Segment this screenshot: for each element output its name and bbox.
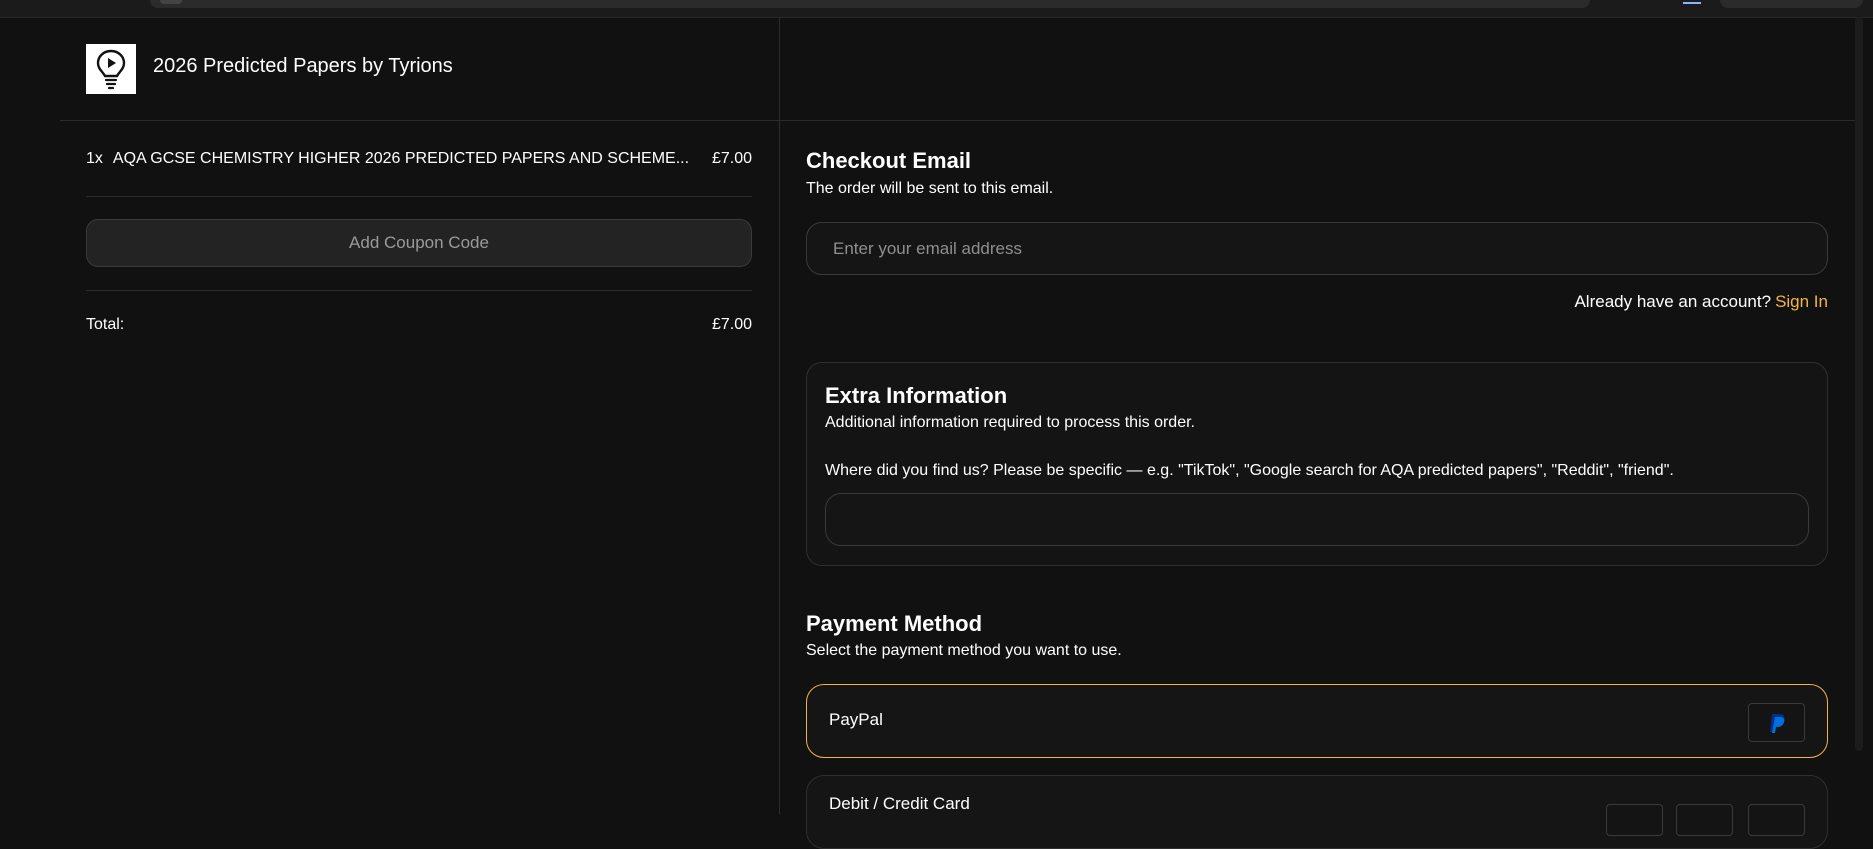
sign-in-link[interactable]: Sign In — [1775, 292, 1828, 311]
referral-question-label: Where did you find us? Please be specifi… — [825, 462, 1674, 479]
paypal-icon — [1748, 703, 1805, 742]
item-quantity: 1x — [86, 150, 103, 167]
cart-item-row: 1x AQA GCSE CHEMISTRY HIGHER 2026 PREDICT… — [86, 150, 752, 180]
email-input[interactable] — [806, 222, 1828, 275]
total-row: Total: £7.00 — [86, 316, 752, 334]
store-logo[interactable] — [86, 44, 136, 94]
payment-method-subtitle: Select the payment method you want to us… — [806, 642, 1122, 659]
page-scrollbar[interactable] — [1855, 17, 1863, 751]
payment-method-title: Payment Method — [806, 611, 983, 636]
divider — [86, 196, 752, 197]
add-coupon-button[interactable]: Add Coupon Code — [86, 219, 752, 267]
divider — [86, 290, 752, 291]
profile-button[interactable] — [1720, 0, 1863, 8]
payment-option-label: PayPal — [829, 710, 883, 729]
mastercard-icon — [1676, 804, 1733, 836]
store-title: 2026 Predicted Papers by Tyrions — [153, 55, 453, 77]
order-summary-pane: 2026 Predicted Papers by Tyrions 1x AQA G… — [60, 17, 1860, 814]
total-label: Total: — [86, 316, 125, 333]
browser-top-bar — [0, 0, 1873, 18]
referral-answer-input[interactable] — [825, 493, 1809, 546]
item-price: £7.00 — [711, 150, 752, 167]
checkout-email-subtitle: The order will be sent to this email. — [806, 180, 1054, 197]
total-value: £7.00 — [711, 316, 752, 333]
address-bar-icon — [160, 0, 182, 4]
account-prompt-text: Already have an account? — [1574, 292, 1772, 311]
checkout-form: Checkout Email The order will be sent to… — [806, 17, 1828, 849]
extra-information-title: Extra Information — [825, 383, 1008, 408]
visa-icon — [1606, 804, 1663, 836]
lightbulb-play-icon — [96, 49, 126, 90]
cart-item-description: 1x AQA GCSE CHEMISTRY HIGHER 2026 PREDICT… — [86, 150, 689, 180]
payment-option-label: Debit / Credit Card — [829, 794, 970, 813]
extra-information-panel: Extra Information Additional information… — [806, 362, 1828, 566]
checkout-email-title: Checkout Email — [806, 148, 972, 173]
account-prompt: Already have an account? Sign In — [1574, 292, 1828, 312]
address-bar[interactable] — [150, 0, 1590, 8]
amex-icon — [1748, 804, 1805, 836]
menu-icon[interactable] — [1683, 2, 1701, 4]
item-name: AQA GCSE CHEMISTRY HIGHER 2026 PREDICTED… — [112, 150, 690, 167]
payment-option-paypal[interactable]: PayPal — [806, 684, 1828, 758]
extra-information-subtitle: Additional information required to proce… — [825, 414, 1195, 431]
payment-option-card[interactable]: Debit / Credit Card — [806, 775, 1828, 849]
